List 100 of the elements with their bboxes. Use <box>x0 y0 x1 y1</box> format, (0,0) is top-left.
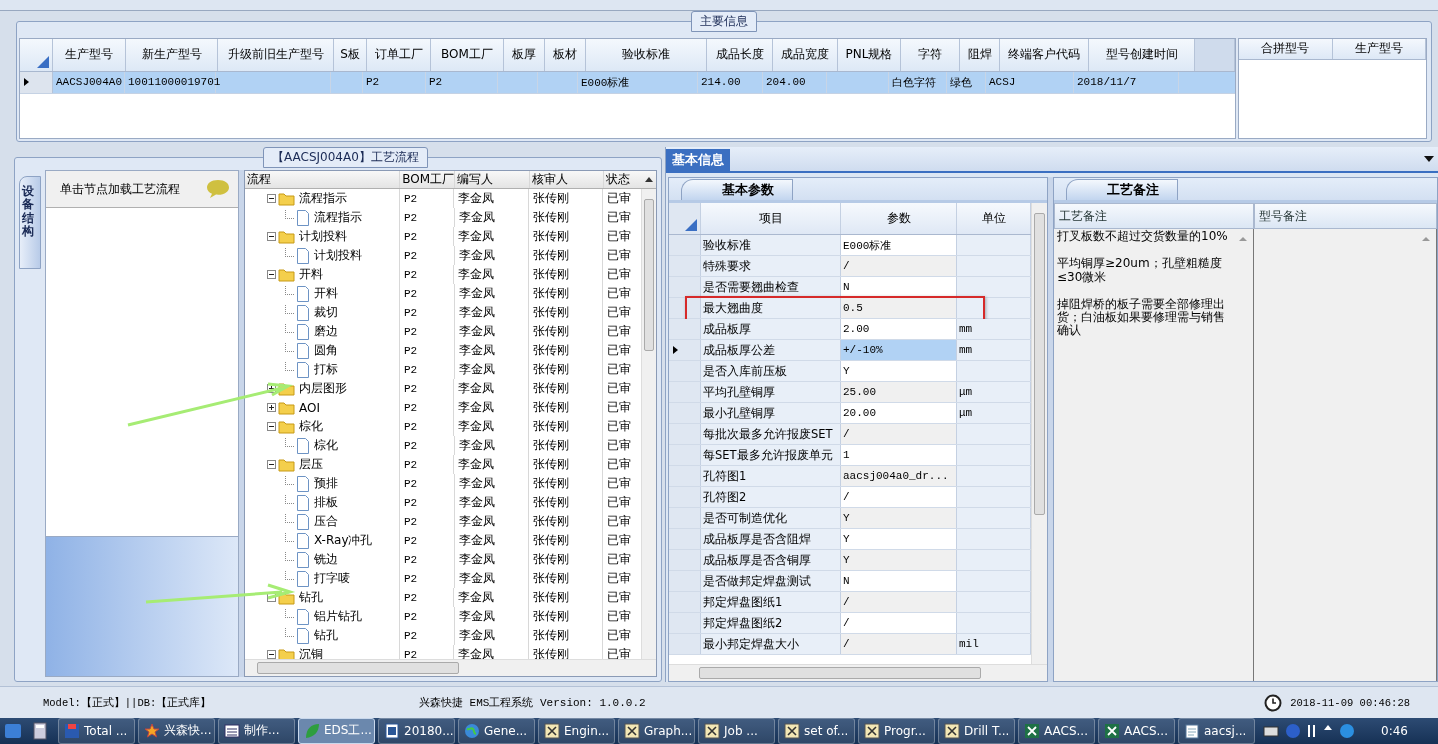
tree-node[interactable]: 钻孔 <box>297 589 323 607</box>
column-header[interactable]: BOM工厂 <box>431 38 504 71</box>
scrollbar[interactable] <box>1031 203 1047 665</box>
table-cell[interactable]: 25.00 <box>841 382 957 403</box>
table-row[interactable]: 邦定焊盘图纸1 / <box>669 592 1031 614</box>
column-header[interactable]: 状态 <box>604 171 643 189</box>
tree-node[interactable]: 铣边 <box>312 551 338 569</box>
taskbar-button[interactable]: Engin... <box>538 718 615 744</box>
expander-icon[interactable] <box>267 650 276 660</box>
column-header[interactable]: 项目 <box>701 203 841 235</box>
column-header[interactable]: 生产型号 <box>53 38 126 71</box>
table-cell[interactable]: N <box>841 571 957 592</box>
table-cell[interactable]: / <box>841 613 957 634</box>
tree-node[interactable]: 计划投料 <box>312 247 362 265</box>
table-row[interactable]: 邦定焊盘图纸2 / <box>669 613 1031 635</box>
table-row[interactable]: 是否做邦定焊盘测试 N <box>669 571 1031 593</box>
tree-node[interactable]: AOI <box>297 400 320 415</box>
keyboard-icon[interactable] <box>1263 725 1280 737</box>
column-header[interactable]: 编写人 <box>454 171 530 189</box>
tree-node[interactable]: 磨边 <box>312 323 338 341</box>
side-tab[interactable]: 设备结构 <box>19 176 41 269</box>
table-row[interactable]: 成品板厚是否含铜厚 Y <box>669 550 1031 572</box>
tree-node[interactable]: 打标 <box>312 361 338 379</box>
column-header[interactable]: PNL规格 <box>838 38 901 71</box>
table-row[interactable]: 最小孔壁铜厚 20.00 μm <box>669 403 1031 425</box>
tab[interactable]: 工艺备注 <box>1066 179 1178 201</box>
table-row[interactable]: 孔符图1 aacsj004a0_dr... <box>669 466 1031 488</box>
tree-node[interactable]: 流程指示 <box>297 190 347 208</box>
table-cell[interactable]: Y <box>841 508 957 529</box>
column-header[interactable]: 字符 <box>901 38 960 71</box>
column-header[interactable]: 参数 <box>841 203 957 235</box>
tree-node[interactable]: 排板 <box>312 494 338 512</box>
tree-node[interactable]: 层压 <box>297 456 323 474</box>
taskbar-button[interactable]: AACS... <box>1098 718 1175 744</box>
tree-node[interactable]: 开料 <box>312 285 338 303</box>
column-header[interactable]: 订单工厂 <box>367 38 431 71</box>
table-row[interactable]: 孔符图2 / <box>669 487 1031 509</box>
column-header[interactable]: 验收标准 <box>586 38 707 71</box>
tree-node[interactable]: 钻孔 <box>312 627 338 645</box>
table-row[interactable]: 每SET最多允许报废单元 1 <box>669 445 1031 467</box>
expander-icon[interactable] <box>267 194 276 204</box>
tree-node[interactable]: 预排 <box>312 475 338 493</box>
table-cell[interactable]: E000标准 <box>841 235 957 256</box>
taskbar-button[interactable]: Graph... <box>618 718 695 744</box>
taskbar-button[interactable]: set of... <box>778 718 855 744</box>
column-header[interactable]: 成品宽度 <box>773 38 838 71</box>
table-cell[interactable]: +/-10% <box>841 340 957 361</box>
table-cell[interactable]: / <box>841 256 957 277</box>
column-header[interactable]: 升级前旧生产型号 <box>218 38 334 71</box>
expander-icon[interactable] <box>267 232 276 242</box>
taskbar-button[interactable]: EDS工... <box>298 718 375 744</box>
taskbar-button[interactable]: 20180... <box>378 718 455 744</box>
scrollbar[interactable] <box>245 659 656 677</box>
column-header[interactable]: 成品长度 <box>707 38 773 71</box>
tree-node[interactable]: X-Ray冲孔 <box>312 532 373 550</box>
tree-node[interactable]: 裁切 <box>312 304 338 322</box>
scrollbar[interactable] <box>669 664 1047 682</box>
table-cell[interactable]: / <box>841 592 957 613</box>
table-cell[interactable]: / <box>841 487 957 508</box>
table-row[interactable]: 特殊要求 / <box>669 256 1031 278</box>
table-row[interactable]: 是否可制造优化 Y <box>669 508 1031 530</box>
calculator-icon[interactable] <box>33 722 47 740</box>
taskbar-button[interactable]: Progr... <box>858 718 935 744</box>
column-header[interactable]: 合拼型号 <box>1239 38 1333 59</box>
tree-node[interactable]: 打字唛 <box>312 570 350 588</box>
table-row[interactable]: 验收标准 E000标准 <box>669 235 1031 257</box>
expander-icon[interactable] <box>267 403 276 413</box>
taskbar-clock[interactable]: 0:46 <box>1381 724 1408 738</box>
tree-node[interactable]: 圆角 <box>312 342 338 360</box>
tree-node[interactable]: 计划投料 <box>297 228 347 246</box>
table-cell[interactable]: / <box>841 634 957 655</box>
scroll-up-icon[interactable] <box>645 177 654 183</box>
column-header[interactable]: 生产型号 <box>1332 38 1426 59</box>
taskbar-button[interactable]: Drill T... <box>938 718 1015 744</box>
table-row[interactable]: 平均孔壁铜厚 25.00 μm <box>669 382 1031 404</box>
app-icon[interactable] <box>4 722 22 740</box>
tree-node[interactable]: 棕化 <box>312 437 338 455</box>
expander-icon[interactable] <box>267 270 276 280</box>
taskbar-button[interactable]: AACS... <box>1018 718 1095 744</box>
column-header[interactable]: 板厚 <box>504 38 545 71</box>
column-header[interactable]: 新生产型号 <box>126 38 218 71</box>
table-row[interactable]: 成品板厚 2.00 mm <box>669 319 1031 341</box>
expander-icon[interactable] <box>267 460 276 470</box>
table-cell[interactable]: aacsj004a0_dr... <box>841 466 957 487</box>
table-row[interactable]: 最小邦定焊盘大小 / mil <box>669 634 1031 656</box>
column-header[interactable]: 阻焊 <box>960 38 1000 71</box>
table-cell[interactable]: 20.00 <box>841 403 957 424</box>
table-row[interactable]: 成品板厚是否含阻焊 Y <box>669 529 1031 551</box>
taskbar-button[interactable]: Gene... <box>458 718 535 744</box>
tree-node[interactable]: 流程指示 <box>312 209 362 227</box>
table-cell[interactable]: Y <box>841 529 957 550</box>
table-cell[interactable]: 0.5 <box>841 298 957 319</box>
table-cell[interactable]: 1 <box>841 445 957 466</box>
taskbar-button[interactable]: aacsj... <box>1178 718 1255 744</box>
tree-node[interactable]: 沉铜 <box>297 646 323 660</box>
column-header[interactable]: 核审人 <box>529 171 605 189</box>
dropdown-caret-icon[interactable] <box>1424 156 1434 163</box>
column-header[interactable]: 终端客户代码 <box>1000 38 1089 71</box>
table-row[interactable]: 成品板厚公差 +/-10% mm <box>669 340 1031 362</box>
table-cell[interactable]: 2.00 <box>841 319 957 340</box>
